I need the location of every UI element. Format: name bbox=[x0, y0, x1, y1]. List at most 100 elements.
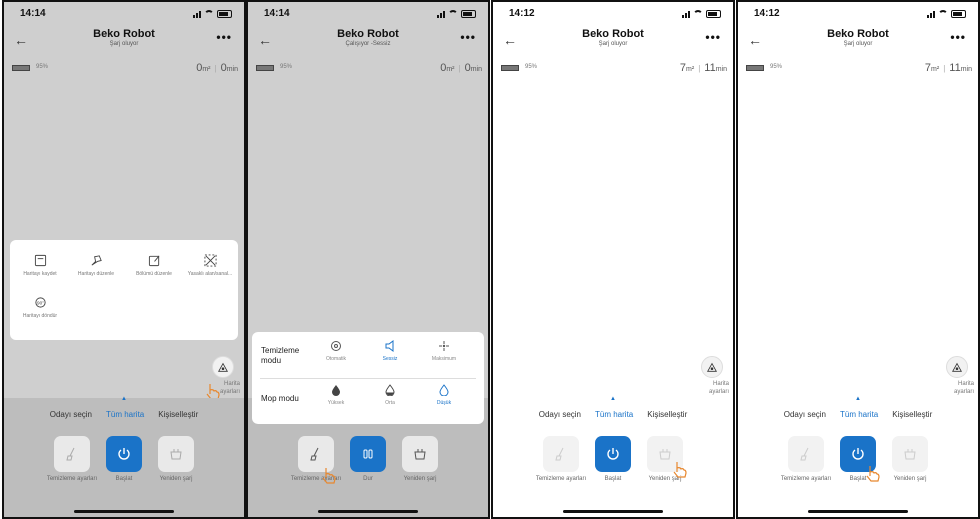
tab-full-map[interactable]: Tüm harita bbox=[840, 410, 878, 419]
tab-select-room[interactable]: Odayı seçin bbox=[784, 410, 826, 419]
mode-quiet[interactable]: Sessiz bbox=[368, 340, 412, 362]
no-go-zone-item[interactable]: Yasaklı alan/sanal... bbox=[184, 254, 236, 277]
recharge-label: Yeniden şarj bbox=[159, 476, 193, 482]
recharge-label: Yeniden şarj bbox=[893, 476, 927, 482]
fan-icon bbox=[439, 341, 449, 351]
partition-icon bbox=[148, 255, 159, 267]
pause-label: Dur bbox=[363, 476, 373, 482]
battery-icon bbox=[706, 10, 721, 18]
svg-text:90°: 90° bbox=[37, 300, 44, 305]
robot-battery-icon bbox=[746, 65, 764, 71]
clean-stats: 7m² | 11min bbox=[924, 62, 972, 74]
power-icon bbox=[607, 448, 619, 460]
cleaning-settings-button[interactable] bbox=[543, 436, 579, 472]
robot-battery-icon bbox=[256, 65, 274, 71]
tab-full-map[interactable]: Tüm harita bbox=[595, 410, 633, 419]
device-title: Beko Robot bbox=[582, 28, 644, 40]
map-settings-button[interactable] bbox=[701, 356, 723, 378]
app-header: ← Beko Robot Şarj oluyor ••• bbox=[738, 28, 978, 54]
home-indicator bbox=[563, 510, 663, 513]
start-button[interactable] bbox=[595, 436, 631, 472]
clean-stats: 7m² | 11min bbox=[679, 62, 727, 74]
power-icon bbox=[852, 448, 864, 460]
speaker-icon bbox=[385, 340, 394, 352]
status-bar: 14:12 bbox=[754, 8, 966, 22]
water-drop-full-icon bbox=[332, 385, 340, 396]
mode-auto[interactable]: Otomatik bbox=[314, 340, 358, 362]
mop-medium[interactable]: Orta bbox=[368, 384, 412, 406]
control-panel: ▲ Odayı seçin Tüm harita Kişiselleştir Tem… bbox=[4, 396, 244, 517]
map-settings-icon bbox=[951, 362, 963, 372]
tab-select-room[interactable]: Odayı seçin bbox=[539, 410, 581, 419]
map-settings-icon bbox=[217, 362, 229, 372]
recharge-button[interactable] bbox=[402, 436, 438, 472]
start-label: Başlat bbox=[604, 476, 622, 482]
map-settings-button[interactable] bbox=[946, 356, 968, 378]
water-drop-half-icon bbox=[385, 384, 395, 396]
start-button[interactable] bbox=[106, 436, 142, 472]
device-status: Şarj oluyor bbox=[109, 41, 139, 47]
save-icon bbox=[34, 254, 46, 267]
device-status: Şarj oluyor bbox=[598, 41, 628, 47]
signal-icon bbox=[927, 10, 935, 18]
map-settings-button[interactable] bbox=[212, 356, 234, 378]
tab-select-room[interactable]: Odayı seçin bbox=[50, 410, 92, 419]
cleaning-settings-button[interactable] bbox=[788, 436, 824, 472]
broom-icon bbox=[310, 447, 319, 461]
status-time: 14:14 bbox=[20, 8, 46, 19]
battery-percent: 95% bbox=[280, 64, 293, 70]
power-icon bbox=[118, 448, 130, 460]
dock-icon bbox=[170, 449, 182, 460]
mop-high[interactable]: Yüksek bbox=[314, 384, 358, 406]
dock-icon bbox=[904, 449, 916, 460]
map-settings-icon bbox=[706, 362, 718, 372]
signal-icon bbox=[193, 10, 201, 18]
auto-icon bbox=[331, 341, 341, 351]
pause-icon bbox=[363, 449, 373, 459]
cleaning-settings-label: Temizleme ayarları bbox=[535, 476, 587, 482]
tap-hand-icon bbox=[866, 466, 880, 482]
divider bbox=[260, 378, 476, 379]
device-title: Beko Robot bbox=[337, 28, 399, 40]
more-options-icon[interactable]: ••• bbox=[216, 30, 232, 44]
phone-screen-2: 14:14 ← Beko Robot Çalışıyor -Sessiz •••… bbox=[246, 0, 490, 519]
status-time: 14:12 bbox=[754, 8, 780, 19]
recharge-button[interactable] bbox=[892, 436, 928, 472]
save-map-item[interactable]: Haritayı kaydet bbox=[14, 254, 66, 277]
map-settings-label: Harita ayarları bbox=[953, 381, 974, 395]
more-options-icon[interactable]: ••• bbox=[705, 30, 721, 44]
mop-low[interactable]: Düşük bbox=[422, 384, 466, 406]
cleaning-settings-button[interactable] bbox=[54, 436, 90, 472]
info-bar: 95% 0m² | 0min bbox=[12, 62, 238, 76]
mode-max[interactable]: Maksimum bbox=[422, 340, 466, 362]
control-panel: ▲ Odayı seçin Tüm harita Kişiselleştir Tem… bbox=[493, 396, 733, 517]
info-bar: 95% 0m² | 0min bbox=[256, 62, 482, 76]
device-title: Beko Robot bbox=[93, 28, 155, 40]
tab-customize[interactable]: Kişiselleştir bbox=[158, 410, 198, 419]
pause-button[interactable] bbox=[350, 436, 386, 472]
wifi-icon bbox=[693, 10, 703, 18]
device-status: Şarj oluyor bbox=[843, 41, 873, 47]
tap-hand-icon bbox=[322, 468, 336, 484]
recharge-button[interactable] bbox=[158, 436, 194, 472]
clean-stats: 0m² | 0min bbox=[196, 62, 238, 74]
tab-full-map[interactable]: Tüm harita bbox=[106, 410, 144, 419]
app-header: ← Beko Robot Şarj oluyor ••• bbox=[4, 28, 244, 54]
control-panel: ▲ Odayı seçin Tüm harita Kişiselleştir Tem… bbox=[738, 396, 978, 517]
edit-map-item[interactable]: Haritayı düzenle bbox=[70, 254, 122, 277]
info-bar: 95% 7m² | 11min bbox=[746, 62, 972, 76]
dock-icon bbox=[414, 449, 426, 460]
cleaning-mode-label: Temizleme modu bbox=[261, 346, 300, 365]
clean-stats: 0m² | 0min bbox=[440, 62, 482, 74]
more-options-icon[interactable]: ••• bbox=[460, 30, 476, 44]
device-title: Beko Robot bbox=[827, 28, 889, 40]
more-options-icon[interactable]: ••• bbox=[950, 30, 966, 44]
tab-customize[interactable]: Kişiselleştir bbox=[892, 410, 932, 419]
rotate-map-item[interactable]: 90° Haritayı döndür bbox=[14, 296, 66, 319]
tab-customize[interactable]: Kişiselleştir bbox=[647, 410, 687, 419]
recharge-label: Yeniden şarj bbox=[403, 476, 437, 482]
info-bar: 95% 7m² | 11min bbox=[501, 62, 727, 76]
edit-partition-item[interactable]: Bölümü düzenle bbox=[128, 254, 180, 277]
battery-percent: 95% bbox=[36, 64, 49, 70]
edit-map-icon bbox=[91, 255, 102, 266]
